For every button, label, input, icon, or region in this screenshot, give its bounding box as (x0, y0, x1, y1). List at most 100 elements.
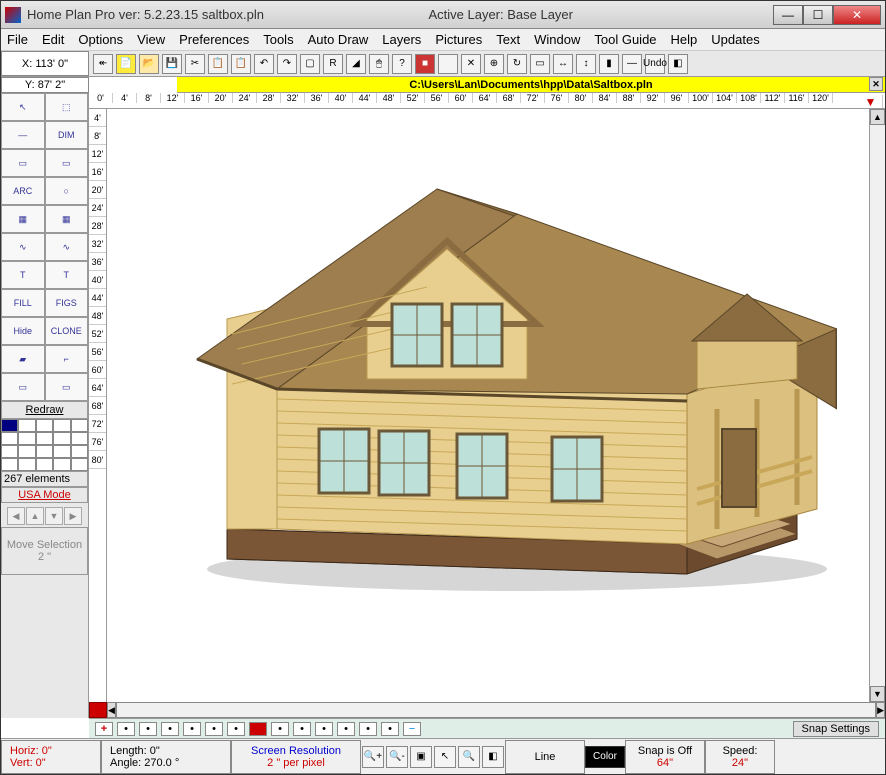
box2-tool[interactable]: ▭ (45, 373, 89, 401)
move-right-icon[interactable]: ▶ (64, 507, 82, 525)
toolbar-button-18[interactable]: ↻ (507, 54, 527, 74)
menu-preferences[interactable]: Preferences (179, 32, 249, 47)
palette-cell[interactable] (1, 445, 18, 458)
snap-dot-active[interactable] (249, 722, 267, 736)
toolbar-button-15[interactable] (438, 54, 458, 74)
grid2-tool[interactable]: ▦ (45, 205, 89, 233)
scroll-left-icon[interactable]: ◀ (107, 702, 116, 718)
polyline-tool[interactable]: ▭ (1, 149, 45, 177)
toolbar-button-24[interactable]: Undo (645, 54, 665, 74)
scroll-up-icon[interactable]: ▲ (870, 109, 885, 125)
maximize-button[interactable]: ☐ (803, 5, 833, 25)
toolbar-button-3[interactable]: 💾 (162, 54, 182, 74)
snap-minus-icon[interactable]: − (403, 722, 421, 736)
toolbar-button-2[interactable]: 📂 (139, 54, 159, 74)
clone-tool[interactable]: CLONE (45, 317, 89, 345)
shape1-tool[interactable]: ▰ (1, 345, 45, 373)
menu-updates[interactable]: Updates (711, 32, 759, 47)
snap-dot[interactable]: • (359, 722, 377, 736)
toolbar-button-11[interactable]: ◢ (346, 54, 366, 74)
palette-cell[interactable] (71, 445, 88, 458)
toolbar-button-12[interactable]: 🖱 (369, 54, 389, 74)
snap-settings-button[interactable]: Snap Settings (793, 721, 880, 737)
snap-plus-icon[interactable]: + (95, 722, 113, 736)
move-down-icon[interactable]: ▼ (45, 507, 63, 525)
palette-cell[interactable] (36, 419, 53, 432)
move-up-icon[interactable]: ▲ (26, 507, 44, 525)
menu-layers[interactable]: Layers (382, 32, 421, 47)
zoom-out-icon[interactable]: 🔍- (386, 746, 408, 768)
toolbar-button-22[interactable]: ▮ (599, 54, 619, 74)
palette-cell[interactable] (18, 432, 35, 445)
menu-edit[interactable]: Edit (42, 32, 64, 47)
palette-cell[interactable] (18, 419, 35, 432)
toolbar-button-19[interactable]: ▭ (530, 54, 550, 74)
toolbar-button-13[interactable]: ? (392, 54, 412, 74)
palette-cell[interactable] (71, 419, 88, 432)
redraw-button[interactable]: Redraw (1, 401, 88, 419)
toolbar-button-20[interactable]: ↔ (553, 54, 573, 74)
snap-dot[interactable]: • (117, 722, 135, 736)
menu-window[interactable]: Window (534, 32, 580, 47)
menu-autodraw[interactable]: Auto Draw (308, 32, 369, 47)
minimize-button[interactable]: — (773, 5, 803, 25)
snap-dot[interactable]: • (293, 722, 311, 736)
box1-tool[interactable]: ▭ (1, 373, 45, 401)
text-tool[interactable]: T (1, 261, 45, 289)
toolbar-button-9[interactable]: ▢ (300, 54, 320, 74)
palette-cell[interactable] (1, 432, 18, 445)
toolbar-button-4[interactable]: ✂ (185, 54, 205, 74)
menu-options[interactable]: Options (78, 32, 123, 47)
grid1-tool[interactable]: ▦ (1, 205, 45, 233)
toolbar-button-1[interactable]: 📄 (116, 54, 136, 74)
palette-cell[interactable] (53, 445, 70, 458)
menu-file[interactable]: File (7, 32, 28, 47)
select-icon[interactable]: ↖ (434, 746, 456, 768)
line-tool[interactable]: — (1, 121, 45, 149)
horizontal-scrollbar[interactable]: ◀ ▶ (89, 702, 885, 718)
dimension-tool[interactable]: DIM (45, 121, 89, 149)
pan-icon[interactable]: ◧ (482, 746, 504, 768)
close-button[interactable]: ✕ (833, 5, 881, 25)
palette-cell[interactable] (36, 445, 53, 458)
zoom-region-icon[interactable]: 🔍 (458, 746, 480, 768)
palette-cell[interactable] (36, 432, 53, 445)
palette-cell[interactable] (71, 432, 88, 445)
hide-tool[interactable]: Hide (1, 317, 45, 345)
snap-dot[interactable]: • (205, 722, 223, 736)
palette-cell[interactable] (18, 445, 35, 458)
toolbar-button-8[interactable]: ↷ (277, 54, 297, 74)
menu-view[interactable]: View (137, 32, 165, 47)
fast-curve-tool[interactable]: ∿ (45, 233, 89, 261)
scroll-track[interactable] (870, 125, 885, 686)
toolbar-button-23[interactable]: — (622, 54, 642, 74)
vertical-scrollbar[interactable]: ▲ ▼ (869, 109, 885, 702)
snap-dot[interactable]: • (315, 722, 333, 736)
circle-tool[interactable]: ○ (45, 177, 89, 205)
select-tool[interactable]: ↖ (1, 93, 45, 121)
palette-cell[interactable] (1, 419, 18, 432)
marquee-tool[interactable]: ⬚ (45, 93, 89, 121)
toolbar-button-10[interactable]: R (323, 54, 343, 74)
menu-text[interactable]: Text (496, 32, 520, 47)
toolbar-button-7[interactable]: ↶ (254, 54, 274, 74)
snap-dot[interactable]: • (337, 722, 355, 736)
toolbar-button-17[interactable]: ⊕ (484, 54, 504, 74)
snap-dot[interactable]: • (139, 722, 157, 736)
figs-tool[interactable]: FIGS (45, 289, 89, 317)
path-close-icon[interactable]: ✕ (869, 77, 883, 91)
curve-tool[interactable]: ∿ (1, 233, 45, 261)
palette-cell[interactable] (53, 432, 70, 445)
hscroll-origin-icon[interactable] (89, 702, 107, 718)
palette-cell[interactable] (1, 458, 18, 471)
menu-pictures[interactable]: Pictures (435, 32, 482, 47)
snap-dot[interactable]: • (381, 722, 399, 736)
toolbar-button-6[interactable]: 📋 (231, 54, 251, 74)
snap-dot[interactable]: • (161, 722, 179, 736)
snap-dot[interactable]: • (183, 722, 201, 736)
menu-tools[interactable]: Tools (263, 32, 293, 47)
usa-mode-button[interactable]: USA Mode (1, 487, 88, 503)
menu-toolguide[interactable]: Tool Guide (594, 32, 656, 47)
rect-tool[interactable]: ▭ (45, 149, 89, 177)
toolbar-button-16[interactable]: ✕ (461, 54, 481, 74)
